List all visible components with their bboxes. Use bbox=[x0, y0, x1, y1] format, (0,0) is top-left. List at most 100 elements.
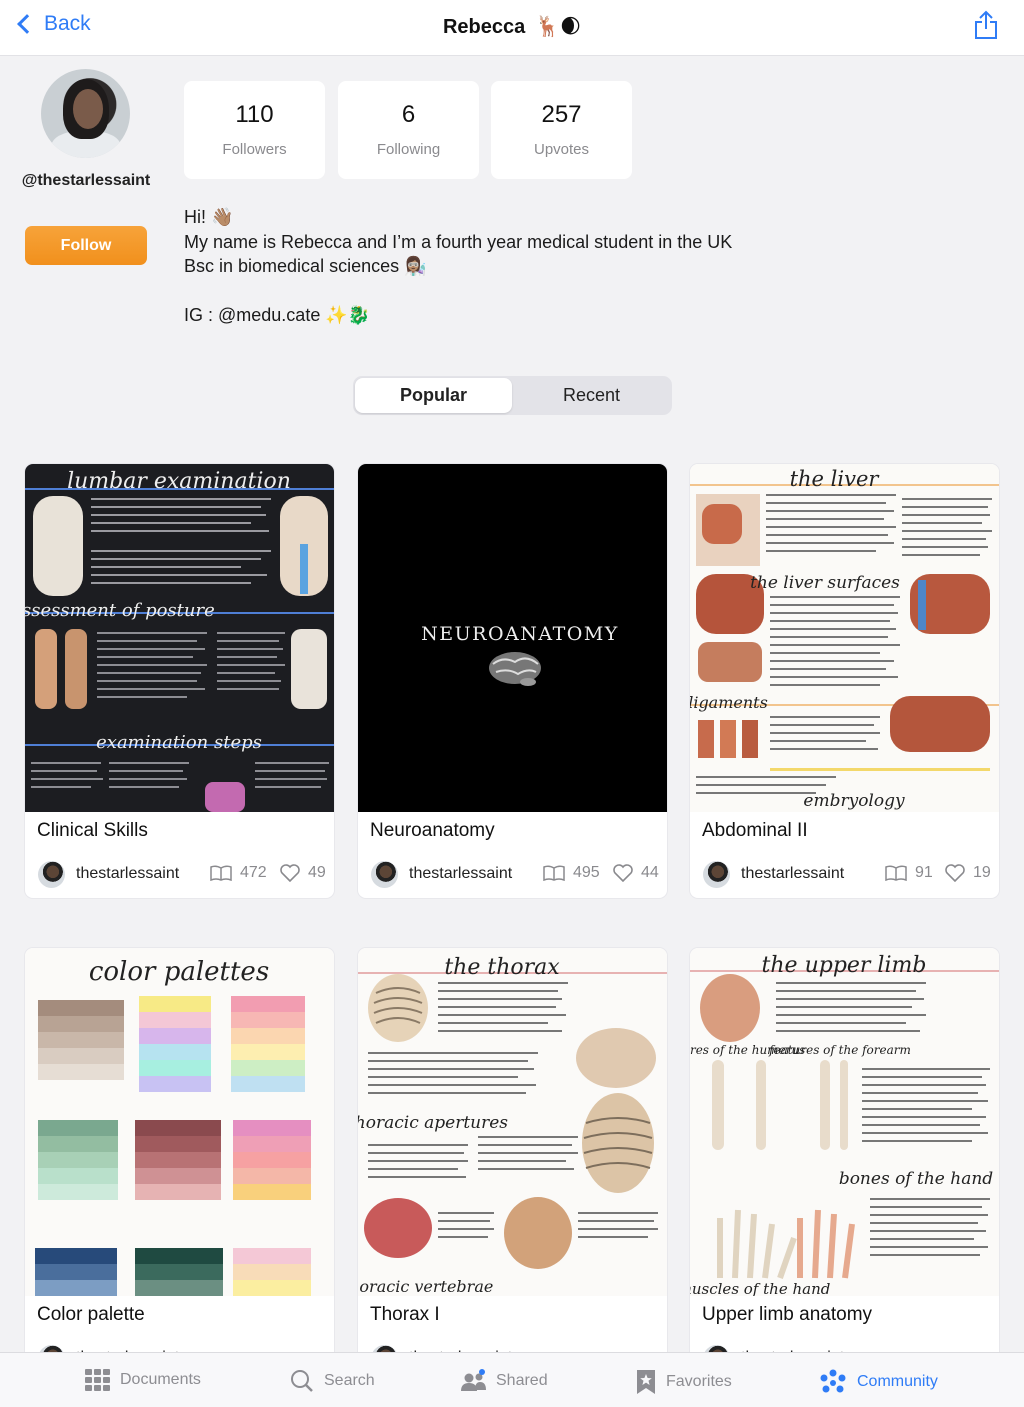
views-value: 91 bbox=[915, 864, 933, 881]
likes-value: 19 bbox=[973, 864, 991, 881]
document-thumbnail: color palettes bbox=[25, 948, 334, 1296]
search-icon bbox=[291, 1370, 313, 1392]
book-icon bbox=[885, 865, 907, 881]
follow-button[interactable]: Follow bbox=[25, 226, 147, 265]
tab-shared[interactable]: Shared bbox=[460, 1369, 548, 1393]
thumb-subheading: ligaments bbox=[690, 693, 768, 712]
views-count: 472 bbox=[210, 864, 267, 882]
share-icon[interactable] bbox=[974, 10, 998, 40]
card-meta: thestarlessaint 91 19 bbox=[703, 860, 993, 888]
document-thumbnail: Neuroanatomy bbox=[358, 464, 667, 812]
thumb-subheading: thoracic apertures bbox=[358, 1113, 508, 1133]
thumb-subheading: thoracic vertebrae bbox=[358, 1277, 493, 1296]
tab-label: Search bbox=[324, 1372, 375, 1389]
thumb-heading: Neuroanatomy bbox=[421, 623, 619, 645]
navigation-bar: Back Rebecca 🦌🌒 bbox=[0, 0, 1024, 56]
stat-value: 257 bbox=[541, 101, 582, 128]
stat-upvotes[interactable]: 257 Upvotes bbox=[491, 81, 632, 179]
views-count: 495 bbox=[543, 864, 600, 882]
document-card[interactable]: Neuroanatomy Neuroanatomy thestarlessain… bbox=[358, 464, 667, 898]
bio-line: My name is Rebecca and I’m a fourth year… bbox=[184, 231, 733, 252]
card-title: Color palette bbox=[37, 1304, 145, 1325]
tab-bar: Documents Search Shared Favorites Commun… bbox=[0, 1352, 1024, 1407]
page-title: Rebecca 🦌🌒 bbox=[0, 14, 1024, 39]
tab-favorites[interactable]: Favorites bbox=[636, 1369, 732, 1395]
sort-segmented-control: Popular Recent bbox=[353, 376, 672, 415]
thumb-subheading: features of the forearm bbox=[768, 1043, 911, 1057]
card-meta: thestarlessaint 472 49 bbox=[38, 860, 328, 888]
views-count: 91 bbox=[885, 864, 933, 882]
stat-followers[interactable]: 110 Followers bbox=[184, 81, 325, 179]
document-thumbnail: the thorax thoracic apertures thoracic v… bbox=[358, 948, 667, 1296]
bio-line bbox=[184, 279, 804, 304]
likes-value: 44 bbox=[641, 864, 659, 881]
stat-label: Following bbox=[376, 141, 441, 158]
people-icon bbox=[461, 1369, 486, 1391]
tab-label: Shared bbox=[496, 1372, 548, 1389]
document-thumbnail: lumbar examination assessment of posture… bbox=[25, 464, 334, 812]
bio-line: Hi! 👋🏽 bbox=[184, 207, 234, 227]
card-title: Upper limb anatomy bbox=[702, 1304, 873, 1325]
likes-count[interactable]: 19 bbox=[945, 864, 991, 882]
thumb-subheading: muscles of the hand bbox=[690, 1280, 830, 1296]
card-title: Neuroanatomy bbox=[370, 820, 495, 841]
thumb-heading: the liver bbox=[790, 467, 881, 491]
author-name[interactable]: thestarlessaint bbox=[76, 865, 179, 883]
likes-count[interactable]: 49 bbox=[280, 864, 326, 882]
views-value: 472 bbox=[240, 864, 267, 881]
heart-icon bbox=[613, 864, 633, 882]
profile-avatar bbox=[41, 69, 130, 158]
card-meta: thestarlessaint 495 44 bbox=[371, 860, 661, 888]
card-title: Thorax I bbox=[370, 1304, 440, 1325]
segment-recent[interactable]: Recent bbox=[513, 378, 670, 413]
thumb-subheading: embryology bbox=[803, 791, 905, 811]
author-avatar bbox=[703, 861, 730, 888]
document-card[interactable]: color palettes Color palette thestarless… bbox=[25, 948, 334, 1382]
likes-count[interactable]: 44 bbox=[613, 864, 659, 882]
tab-documents[interactable]: Documents bbox=[85, 1369, 201, 1391]
document-thumbnail: the upper limb features of the humerus f… bbox=[690, 948, 999, 1296]
heart-icon bbox=[280, 864, 300, 882]
thumb-subheading: examination steps bbox=[96, 732, 262, 753]
page-title-text: Rebecca bbox=[442, 16, 526, 38]
thumb-heading: the upper limb bbox=[762, 953, 927, 978]
tab-community[interactable]: Community bbox=[819, 1369, 938, 1395]
document-card[interactable]: lumbar examination assessment of posture… bbox=[25, 464, 334, 898]
segment-popular[interactable]: Popular bbox=[355, 378, 512, 413]
tab-label: Community bbox=[857, 1373, 938, 1390]
document-card[interactable]: the upper limb features of the humerus f… bbox=[690, 948, 999, 1382]
book-icon bbox=[210, 865, 232, 881]
grid-icon bbox=[85, 1369, 110, 1391]
bookmark-star-icon bbox=[637, 1370, 655, 1394]
thumb-subheading: bones of the hand bbox=[839, 1169, 993, 1189]
views-value: 495 bbox=[573, 864, 600, 881]
card-title: Clinical Skills bbox=[37, 820, 148, 841]
bio-line: Bsc in biomedical sciences 👩🏽‍🔬 bbox=[184, 256, 427, 276]
stat-following[interactable]: 6 Following bbox=[338, 81, 479, 179]
document-card[interactable]: the liver the liver surfaces ligaments e… bbox=[690, 464, 999, 898]
profile-bio: Hi! 👋🏽 My name is Rebecca and I’m a four… bbox=[184, 205, 804, 328]
card-title: Abdominal II bbox=[702, 820, 808, 841]
stat-label: Followers bbox=[222, 141, 287, 158]
book-icon bbox=[543, 865, 565, 881]
bio-line: IG : @medu.cate ✨🐉 bbox=[184, 305, 371, 325]
tab-label: Documents bbox=[120, 1371, 201, 1388]
thumb-subheading: assessment of posture bbox=[25, 600, 215, 621]
thumb-heading: the thorax bbox=[444, 955, 560, 980]
profile-handle: @thestarlessaint bbox=[21, 172, 151, 189]
author-avatar bbox=[38, 861, 65, 888]
thumb-heading: lumbar examination bbox=[67, 469, 291, 494]
likes-value: 49 bbox=[308, 864, 326, 881]
thumb-subheading: the liver surfaces bbox=[750, 573, 900, 593]
community-icon bbox=[820, 1369, 846, 1393]
author-avatar bbox=[371, 861, 398, 888]
stat-value: 6 bbox=[401, 101, 416, 128]
author-name[interactable]: thestarlessaint bbox=[409, 865, 512, 883]
document-card[interactable]: the thorax thoracic apertures thoracic v… bbox=[358, 948, 667, 1382]
title-emoji: 🦌🌒 bbox=[535, 16, 582, 38]
author-name[interactable]: thestarlessaint bbox=[741, 865, 844, 883]
stat-value: 110 bbox=[235, 101, 274, 128]
tab-search[interactable]: Search bbox=[290, 1369, 375, 1393]
tab-label: Favorites bbox=[666, 1373, 732, 1390]
thumb-heading: color palettes bbox=[89, 957, 269, 987]
